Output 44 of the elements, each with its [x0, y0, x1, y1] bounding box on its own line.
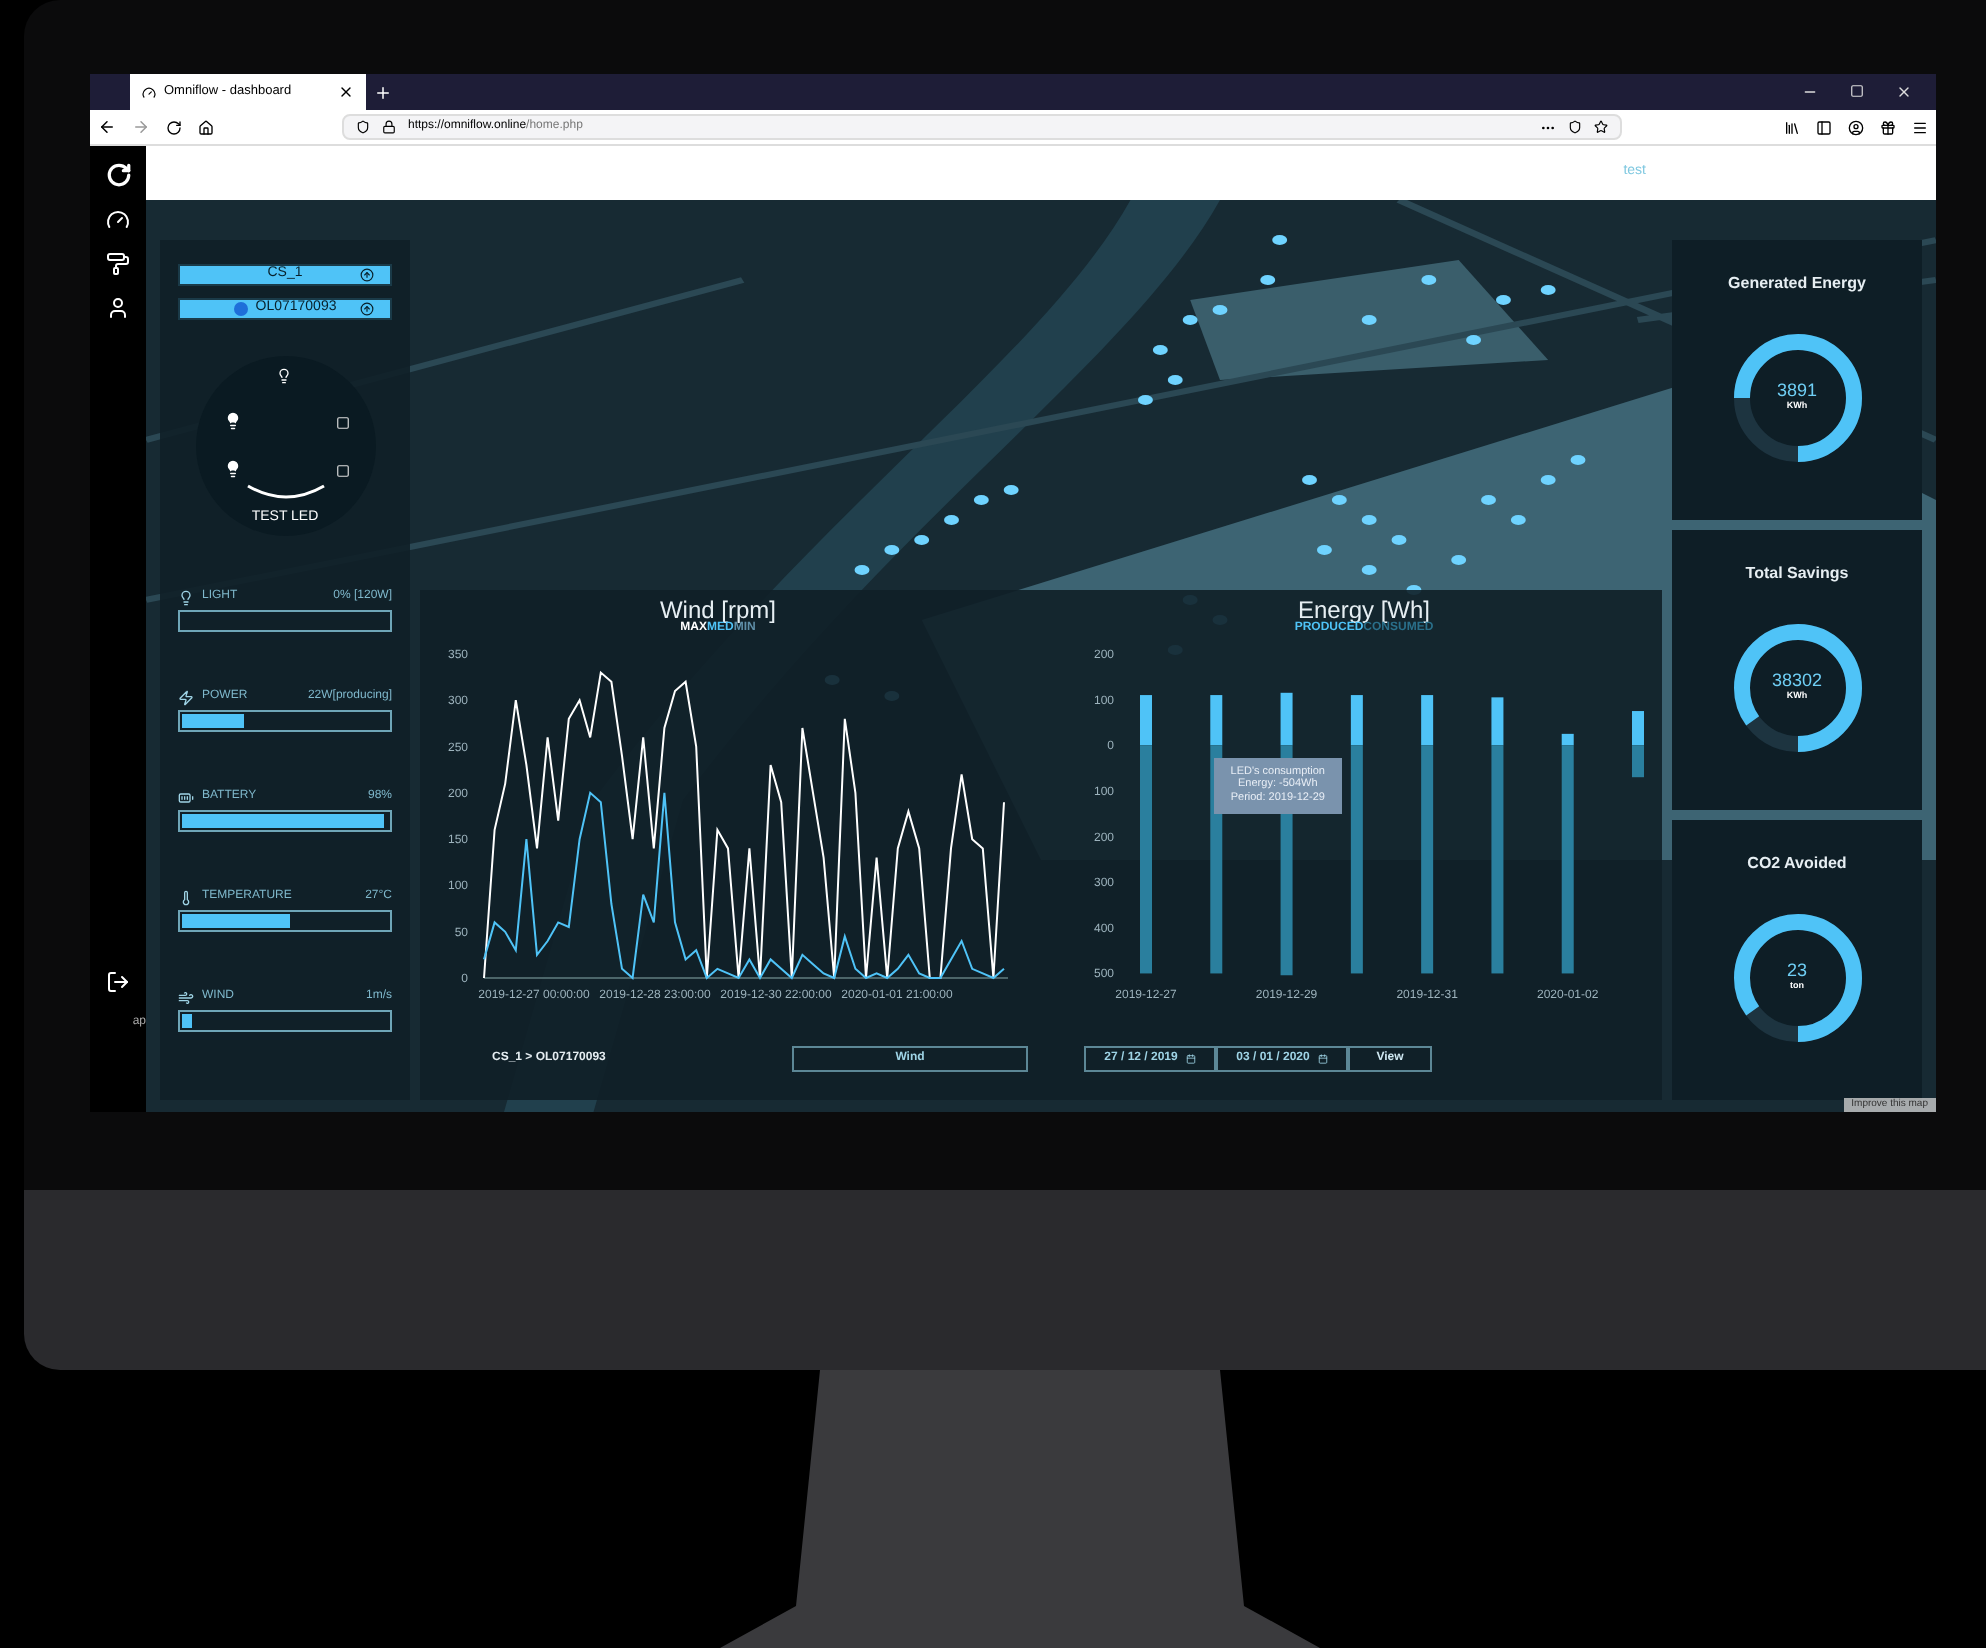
logout-icon[interactable] — [106, 970, 130, 994]
card-value: 23 — [1786, 962, 1807, 981]
logo-icon[interactable] — [105, 162, 131, 188]
card-value: 38302 — [1771, 672, 1823, 691]
wind-icon — [178, 989, 194, 1005]
temperature-icon — [178, 889, 194, 905]
arrow-icon — [360, 302, 374, 316]
library-icon[interactable] — [1784, 119, 1800, 135]
bulb-icon[interactable] — [223, 412, 241, 430]
forward-icon[interactable] — [132, 118, 150, 136]
shield-icon — [356, 120, 370, 134]
card-title: Total Savings — [1745, 562, 1849, 586]
calendar-icon — [1317, 1053, 1328, 1063]
lock-icon — [382, 120, 396, 134]
square-icon[interactable] — [335, 464, 349, 478]
power-icon — [178, 689, 194, 705]
account-icon[interactable] — [1848, 119, 1864, 135]
card-title: Generated Energy — [1728, 272, 1866, 296]
gauge-icon[interactable] — [106, 208, 130, 232]
new-tab-icon[interactable] — [374, 83, 392, 101]
chart-title: Wind [rpm] — [659, 598, 776, 622]
battery-icon — [178, 789, 194, 805]
site-icon — [142, 85, 156, 99]
arrow-icon — [360, 268, 374, 282]
menu-icon[interactable] — [1912, 119, 1928, 135]
roller-icon[interactable] — [106, 252, 130, 276]
light-icon — [178, 589, 194, 605]
home-icon[interactable] — [198, 119, 214, 135]
square-icon[interactable] — [335, 416, 349, 430]
gift-icon[interactable] — [1880, 119, 1896, 135]
star-icon[interactable] — [1594, 120, 1608, 134]
sidebar-icon[interactable] — [1816, 119, 1832, 135]
card-title: CO2 Avoided — [1747, 852, 1847, 876]
bulb-icon[interactable] — [223, 460, 241, 478]
user-icon[interactable] — [106, 296, 130, 320]
close-icon[interactable] — [338, 84, 354, 100]
bulb-icon[interactable] — [275, 368, 291, 384]
reload-icon[interactable] — [166, 119, 182, 135]
maximize-icon[interactable] — [1850, 84, 1864, 98]
chart-title: Energy [Wh] — [1297, 598, 1431, 622]
arc-icon — [245, 484, 325, 504]
card-value: 3891 — [1776, 382, 1818, 401]
calendar-icon — [1185, 1053, 1196, 1063]
back-icon[interactable] — [98, 118, 116, 136]
